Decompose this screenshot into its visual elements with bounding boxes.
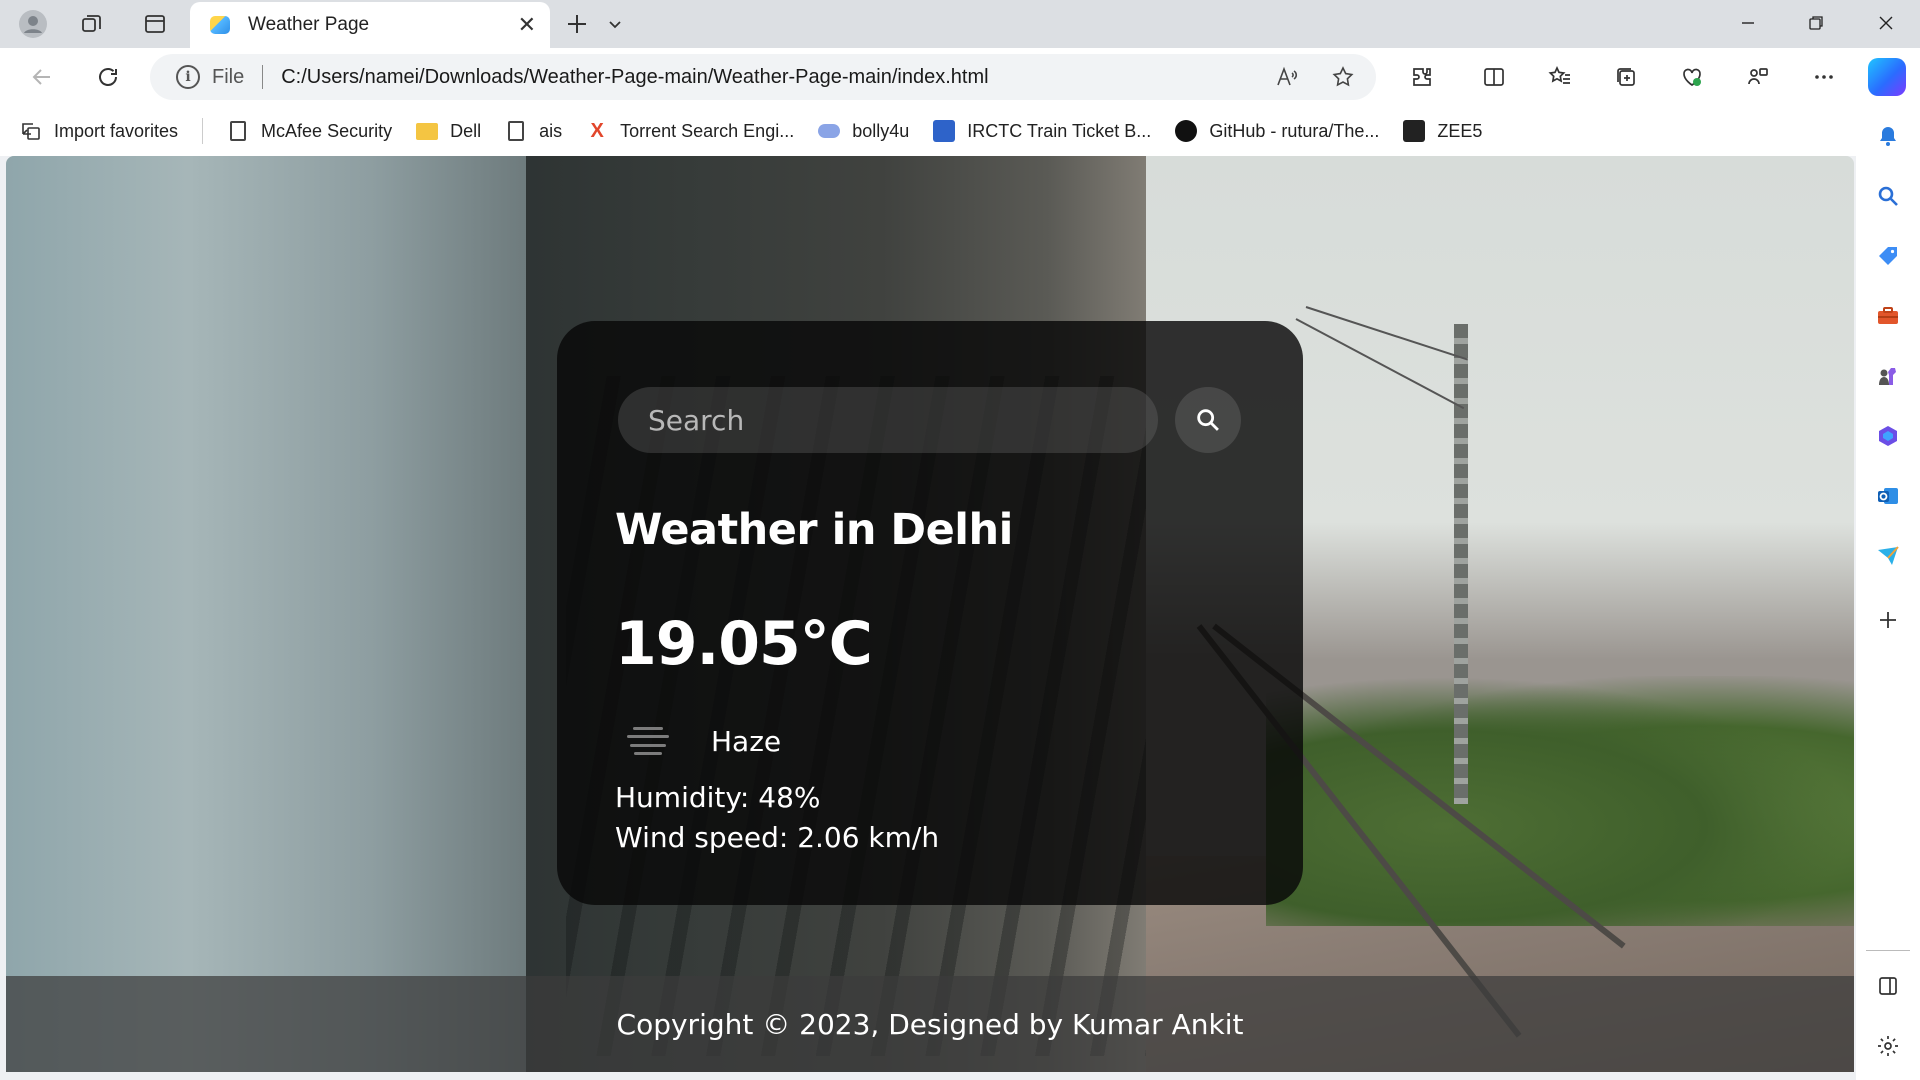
favorite-label: McAfee Security: [261, 120, 393, 141]
favorite-label: bolly4u: [852, 120, 910, 141]
weather-city-title: Weather in Delhi: [615, 505, 1013, 555]
feedback-icon[interactable]: [1738, 60, 1778, 94]
favorites-bar: Import favorites McAfee Security Dell ai…: [0, 106, 1920, 156]
favorite-label: IRCTC Train Ticket B...: [967, 120, 1152, 141]
tab-weather-page[interactable]: Weather Page ✕: [190, 2, 550, 48]
favorite-label: ZEE5: [1437, 120, 1483, 141]
games-icon[interactable]: [1870, 358, 1906, 394]
back-icon[interactable]: [22, 60, 62, 94]
favorite-irctc[interactable]: IRCTC Train Ticket B...: [933, 120, 1151, 142]
edge-sidebar: [1856, 106, 1920, 1080]
folder-icon: [416, 120, 439, 142]
notifications-bell-icon[interactable]: [1870, 118, 1906, 154]
favorites-icon[interactable]: [1540, 60, 1580, 94]
zee5-icon: [1403, 120, 1426, 142]
page-viewport: Weather in Delhi 19.05°C Haze Humidity: …: [6, 156, 1854, 1072]
page-icon: [227, 120, 249, 142]
tab-actions-chevron-down-icon[interactable]: [598, 8, 632, 40]
page-footer: Copyright © 2023, Designed by Kumar Anki…: [6, 976, 1854, 1072]
github-icon: [1175, 120, 1198, 142]
browser-essentials-icon[interactable]: [1672, 60, 1712, 94]
site-info-icon[interactable]: i: [176, 65, 200, 89]
split-screen-icon[interactable]: [1474, 60, 1514, 94]
address-divider: [262, 65, 264, 89]
torrent-icon: X: [590, 119, 604, 142]
new-tab-icon[interactable]: [560, 8, 594, 40]
shopping-tag-icon[interactable]: [1870, 238, 1906, 274]
weather-favicon-icon: [210, 16, 230, 34]
bolly4u-icon: [818, 120, 841, 142]
tools-briefcase-icon[interactable]: [1870, 298, 1906, 334]
tab-bar: Weather Page ✕: [0, 0, 1920, 48]
city-search-input[interactable]: [618, 387, 1158, 453]
favorite-label: ais: [539, 120, 563, 141]
read-aloud-icon[interactable]: [1272, 62, 1302, 92]
wind-speed-text: Wind speed: 2.06 km/h: [615, 821, 940, 854]
sidebar-divider: [1866, 950, 1910, 951]
vertical-tabs-icon[interactable]: [138, 8, 172, 40]
profile-icon[interactable]: [16, 8, 50, 40]
workspaces-icon[interactable]: [75, 8, 109, 40]
outlook-icon[interactable]: [1870, 478, 1906, 514]
background-trees: [1266, 676, 1854, 926]
humidity-text: Humidity: 48%: [615, 781, 821, 814]
haze-icon: [627, 727, 669, 755]
send-paper-plane-icon[interactable]: [1870, 538, 1906, 574]
settings-gear-icon[interactable]: [1870, 1028, 1906, 1064]
more-options-icon[interactable]: [1804, 60, 1844, 94]
favorite-torrent-search[interactable]: X Torrent Search Engi...: [586, 120, 794, 142]
background-train-wall: [6, 156, 526, 1072]
favorite-label: Torrent Search Engi...: [620, 120, 795, 141]
close-window-icon[interactable]: [1856, 6, 1916, 40]
protocol-label: File: [212, 65, 245, 88]
favorite-label: GitHub - rutura/The...: [1209, 120, 1380, 141]
restore-icon[interactable]: [1786, 6, 1846, 40]
irctc-icon: [933, 120, 956, 142]
search-button[interactable]: [1175, 387, 1241, 453]
address-bar[interactable]: i File C:/Users/namei/Downloads/Weather-…: [150, 54, 1376, 100]
favorite-label: Dell: [450, 120, 482, 141]
address-toolbar: i File C:/Users/namei/Downloads/Weather-…: [0, 48, 1920, 106]
tab-title: Weather Page: [248, 14, 370, 35]
copilot-icon[interactable]: [1868, 58, 1906, 96]
weather-card: Weather in Delhi 19.05°C Haze Humidity: …: [557, 321, 1303, 905]
import-favorites-icon: [20, 120, 42, 142]
extensions-icon[interactable]: [1402, 60, 1442, 94]
favorite-star-icon[interactable]: [1328, 62, 1358, 92]
page-icon: [505, 120, 527, 142]
collections-icon[interactable]: [1606, 60, 1646, 94]
favorites-divider: [202, 118, 204, 144]
favorite-bolly4u[interactable]: bolly4u: [818, 120, 909, 142]
condition-text: Haze: [711, 724, 782, 758]
minimize-icon[interactable]: [1718, 6, 1778, 40]
search-icon[interactable]: [1870, 178, 1906, 214]
favorite-zee5[interactable]: ZEE5: [1403, 120, 1482, 142]
microsoft-365-icon[interactable]: [1870, 418, 1906, 454]
search-icon: [1197, 409, 1219, 431]
background-electric-pole: [1454, 324, 1468, 804]
favorite-label: Import favorites: [54, 120, 179, 141]
hide-sidebar-icon[interactable]: [1870, 968, 1906, 1004]
favorite-ais[interactable]: ais: [505, 120, 562, 142]
favorite-import-favorites[interactable]: Import favorites: [20, 120, 178, 142]
copyright-text: Copyright © 2023, Designed by Kumar Anki…: [616, 1007, 1244, 1041]
favorite-dell[interactable]: Dell: [416, 120, 481, 142]
url-text[interactable]: C:/Users/namei/Downloads/Weather-Page-ma…: [281, 66, 988, 89]
condition-row: Haze: [627, 721, 781, 761]
favorite-github[interactable]: GitHub - rutura/The...: [1175, 120, 1379, 142]
refresh-icon[interactable]: [88, 60, 128, 94]
temperature-value: 19.05°C: [615, 609, 873, 679]
background-wire: [1305, 306, 1468, 361]
add-icon[interactable]: [1870, 602, 1906, 638]
favorite-mcafee-security[interactable]: McAfee Security: [227, 120, 392, 142]
close-tab-icon[interactable]: ✕: [518, 12, 536, 38]
